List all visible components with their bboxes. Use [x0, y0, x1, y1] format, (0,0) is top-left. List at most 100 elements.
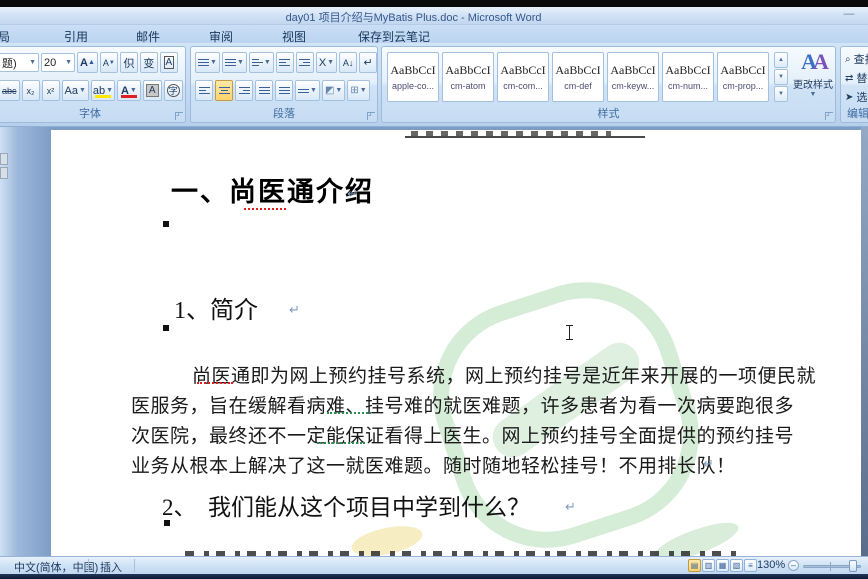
- style-card[interactable]: AaBbCcIcm-num...: [662, 52, 714, 102]
- character-shading-button[interactable]: A: [143, 80, 162, 101]
- body-line[interactable]: 业务从根本上解决了这一就医难题。随时随地轻松挂号！不用排长队！: [131, 451, 745, 478]
- style-card[interactable]: AaBbCcIapple-co...: [387, 52, 439, 102]
- char-shading-icon: A: [146, 84, 159, 97]
- align-center-icon: [219, 85, 230, 96]
- outline-bullet: [163, 325, 169, 331]
- language-status[interactable]: 中文(简体，中国): [14, 559, 98, 575]
- ibeam-cursor: [569, 325, 570, 340]
- highlight-color-button[interactable]: ab▼: [91, 80, 115, 101]
- web-layout-view-button[interactable]: ▦: [716, 559, 729, 572]
- numbering-button[interactable]: ▼: [222, 52, 247, 73]
- window-title: day01 项目介绍与MyBatis Plus.doc - Microsoft …: [286, 9, 542, 25]
- editing-group: ⌕查找 ⇄替换 ➤选择 编辑: [840, 46, 868, 123]
- sort-button[interactable]: A↓: [339, 52, 357, 73]
- subscript-button[interactable]: x₂: [22, 80, 40, 101]
- align-right-button[interactable]: [235, 80, 253, 101]
- body-line[interactable]: 次医院，最终还不一定能保证看得上医生。网上预约挂号全面提供的预约挂号: [131, 421, 745, 448]
- section-2-heading[interactable]: 2、 我们能从这个项目中学到什么？: [162, 488, 530, 522]
- view-buttons: ▤ ▥ ▦ ▧ ≡: [688, 559, 757, 572]
- print-layout-view-button[interactable]: ▤: [688, 559, 701, 572]
- find-button[interactable]: ⌕查找: [845, 51, 868, 67]
- justify-button[interactable]: [255, 80, 273, 101]
- outline-view-button[interactable]: ▧: [730, 559, 743, 572]
- paragraph-mark: ↵: [703, 456, 714, 472]
- clipped-rule-top: [405, 136, 645, 138]
- left-widget-button[interactable]: [0, 167, 8, 179]
- clear-formatting-button[interactable]: 伿: [120, 52, 138, 73]
- char-border-icon: A: [164, 56, 175, 69]
- align-center-button[interactable]: [215, 80, 233, 101]
- style-card[interactable]: AaBbCcIcm-keyw...: [607, 52, 659, 102]
- minimize-button[interactable]: —: [842, 10, 856, 20]
- replace-icon: ⇄: [845, 73, 853, 84]
- style-card[interactable]: AaBbCcIcm-prop...: [717, 52, 769, 102]
- bullets-button[interactable]: ▼: [195, 52, 220, 73]
- shading-button[interactable]: ◩▼: [322, 80, 345, 101]
- line-spacing-button[interactable]: ▼: [295, 80, 320, 101]
- outdent-icon: [279, 57, 290, 68]
- font-color-button[interactable]: A▼: [117, 80, 141, 101]
- title-bar[interactable]: day01 项目介绍与MyBatis Plus.doc - Microsoft …: [0, 7, 868, 25]
- phonetic-guide-button[interactable]: 变: [140, 52, 158, 73]
- font-size-combo[interactable]: 20▼: [41, 53, 75, 72]
- align-left-button[interactable]: [195, 80, 213, 101]
- zoom-out-button[interactable]: –: [788, 560, 799, 571]
- distribute-button[interactable]: [275, 80, 293, 101]
- font-group: 题) ▼ 20▼ A▲ A▼ 伿 变 A abc x₂ x² Aa▼ ab▼ A▼…: [0, 46, 186, 123]
- decrease-indent-button[interactable]: [276, 52, 294, 73]
- multilevel-list-button[interactable]: ▼: [249, 52, 274, 73]
- chevron-down-icon: ▼: [29, 59, 36, 66]
- section-1-heading[interactable]: 1、简介: [174, 290, 258, 325]
- gallery-scroll-up[interactable]: ▲: [774, 52, 788, 68]
- paint-bucket-icon: ◩: [325, 85, 334, 96]
- outline-bullet: [163, 221, 169, 227]
- grammar-squiggle-green: [327, 412, 371, 414]
- insert-mode-status[interactable]: 插入: [100, 559, 122, 575]
- styles-gallery: AaBbCcIapple-co... AaBbCcIcm-atom AaBbCc…: [387, 52, 769, 102]
- zoom-slider-thumb[interactable]: [849, 560, 857, 572]
- borders-button[interactable]: ⊞▼: [347, 80, 369, 101]
- style-card[interactable]: AaBbCcIcm-def: [552, 52, 604, 102]
- word-window: day01 项目介绍与MyBatis Plus.doc - Microsoft …: [0, 0, 868, 579]
- grow-font-button[interactable]: A▲: [77, 52, 98, 73]
- gallery-more-button[interactable]: ▼: [774, 86, 788, 102]
- character-border-button[interactable]: A: [160, 52, 178, 73]
- strikethrough-button[interactable]: abc: [0, 80, 20, 101]
- indent-icon: [299, 57, 310, 68]
- paragraph-mark-icon: ↵: [363, 56, 372, 69]
- justify-icon: [259, 85, 270, 96]
- fullscreen-reading-view-button[interactable]: ▥: [702, 559, 715, 572]
- gallery-scroll-down[interactable]: ▼: [774, 69, 788, 85]
- asian-layout-button[interactable]: X▼: [316, 52, 337, 73]
- select-button[interactable]: ➤选择: [845, 89, 868, 105]
- document-page[interactable]: 一、尚医通介绍 ↵ 1、简介 ↵ 尚医通即为网上预约挂号系统，网上预约挂号是近年…: [51, 130, 861, 556]
- left-widget-button[interactable]: [0, 153, 8, 165]
- heading-1[interactable]: 一、尚医通介绍: [171, 170, 374, 209]
- numbered-list-icon: [225, 57, 236, 68]
- increase-indent-button[interactable]: [296, 52, 314, 73]
- font-name-value: 题): [2, 55, 17, 71]
- shrink-font-button[interactable]: A▼: [100, 52, 118, 73]
- scrollbar-area-clipped[interactable]: [861, 127, 868, 556]
- style-card[interactable]: AaBbCcIcm-atom: [442, 52, 494, 102]
- zoom-level[interactable]: 130%: [757, 559, 785, 571]
- spellcheck-squiggle-red: [244, 208, 286, 210]
- paragraph-dialog-launcher[interactable]: [367, 112, 375, 120]
- replace-button[interactable]: ⇄替换: [845, 70, 868, 86]
- superscript-button[interactable]: x²: [42, 80, 60, 101]
- change-case-button[interactable]: Aa▼: [62, 80, 89, 101]
- styles-dialog-launcher[interactable]: [825, 112, 833, 120]
- document-area: 一、尚医通介绍 ↵ 1、简介 ↵ 尚医通即为网上预约挂号系统，网上预约挂号是近年…: [0, 127, 868, 556]
- bullet-list-icon: [198, 57, 209, 68]
- eraser-icon: 伿: [123, 55, 134, 71]
- show-hide-marks-button[interactable]: ↵: [359, 52, 377, 73]
- gallery-scroll: ▲ ▼ ▼: [774, 52, 788, 102]
- enclose-characters-button[interactable]: 字: [164, 80, 183, 101]
- body-line[interactable]: 医服务，旨在缓解看病难、挂号难的就医难题，许多患者为看一次病要跑很多: [131, 391, 745, 418]
- style-card[interactable]: AaBbCcIcm-com...: [497, 52, 549, 102]
- left-clipped-widget: [0, 153, 9, 183]
- font-name-combo[interactable]: 题) ▼: [0, 53, 39, 72]
- status-bar: 中文(简体，中国) 插入 ▤ ▥ ▦ ▧ ≡ 130% –: [0, 556, 868, 574]
- font-dialog-launcher[interactable]: [175, 112, 183, 120]
- draft-view-button[interactable]: ≡: [744, 559, 757, 572]
